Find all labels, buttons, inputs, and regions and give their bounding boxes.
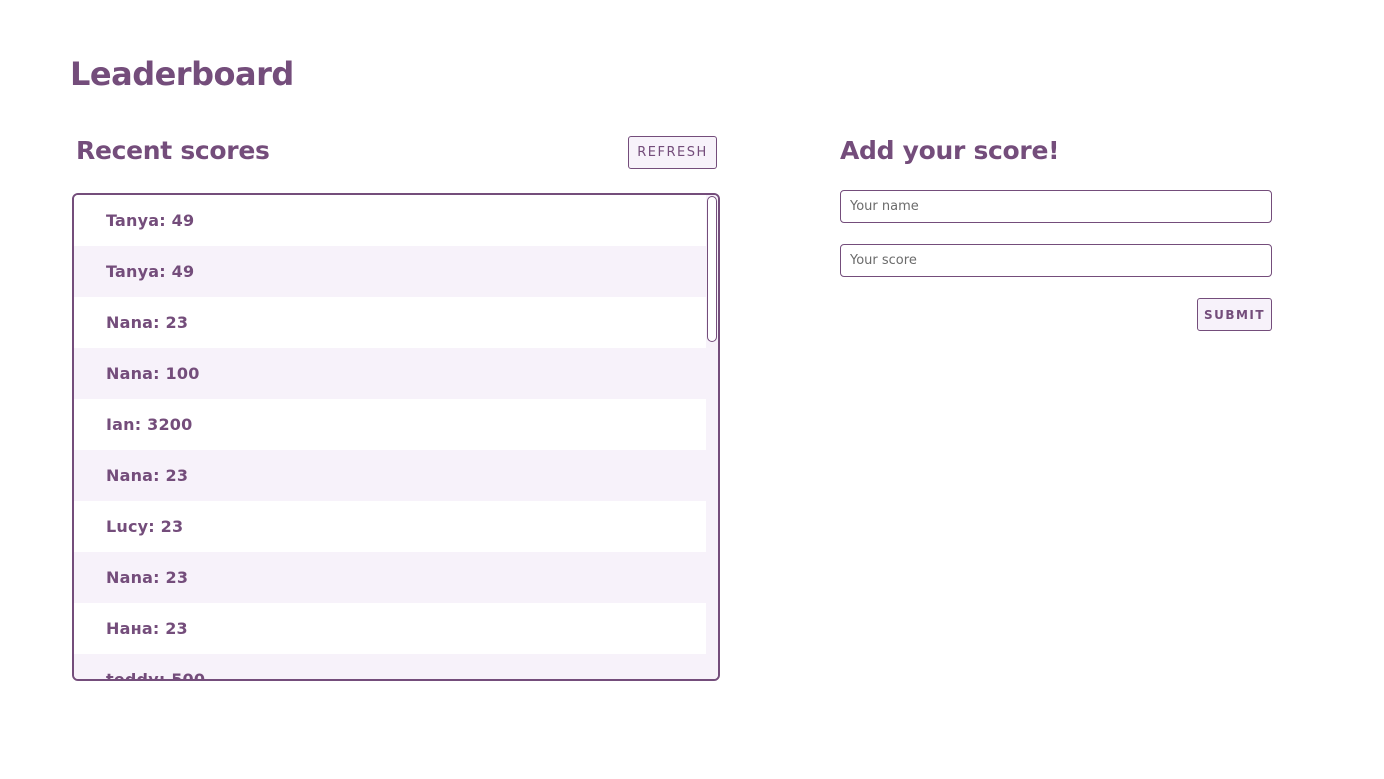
score-list-item: teddy: 500 [74, 654, 708, 679]
score-list-item: Ian: 3200 [74, 399, 708, 450]
leaderboard-page: Leaderboard Recent scores REFRESH Tanya:… [0, 0, 1384, 779]
refresh-button[interactable]: REFRESH [628, 136, 717, 169]
add-score-heading: Add your score! [840, 136, 1060, 165]
submit-button[interactable]: SUBMIT [1197, 298, 1272, 331]
scores-scrollbar-thumb[interactable] [707, 196, 717, 342]
name-input[interactable] [840, 190, 1272, 223]
score-list-item: Tanya: 49 [74, 195, 708, 246]
score-list-item: Lucy: 23 [74, 501, 708, 552]
recent-scores-heading: Recent scores [76, 136, 270, 165]
score-list-item: Tanya: 49 [74, 246, 708, 297]
score-list-item: Nana: 23 [74, 450, 708, 501]
recent-scores-list-container[interactable]: Tanya: 49 Tanya: 49 Nana: 23 Nana: 100 I… [72, 193, 720, 681]
scores-scrollbar-track[interactable] [706, 195, 718, 679]
score-input[interactable] [840, 244, 1272, 277]
score-list-item: Nana: 23 [74, 297, 708, 348]
recent-scores-list: Tanya: 49 Tanya: 49 Nana: 23 Nana: 100 I… [74, 195, 708, 679]
score-list-item: Nana: 100 [74, 348, 708, 399]
score-list-item: Nana: 23 [74, 552, 708, 603]
page-title: Leaderboard [70, 55, 294, 93]
score-list-item: Нана: 23 [74, 603, 708, 654]
